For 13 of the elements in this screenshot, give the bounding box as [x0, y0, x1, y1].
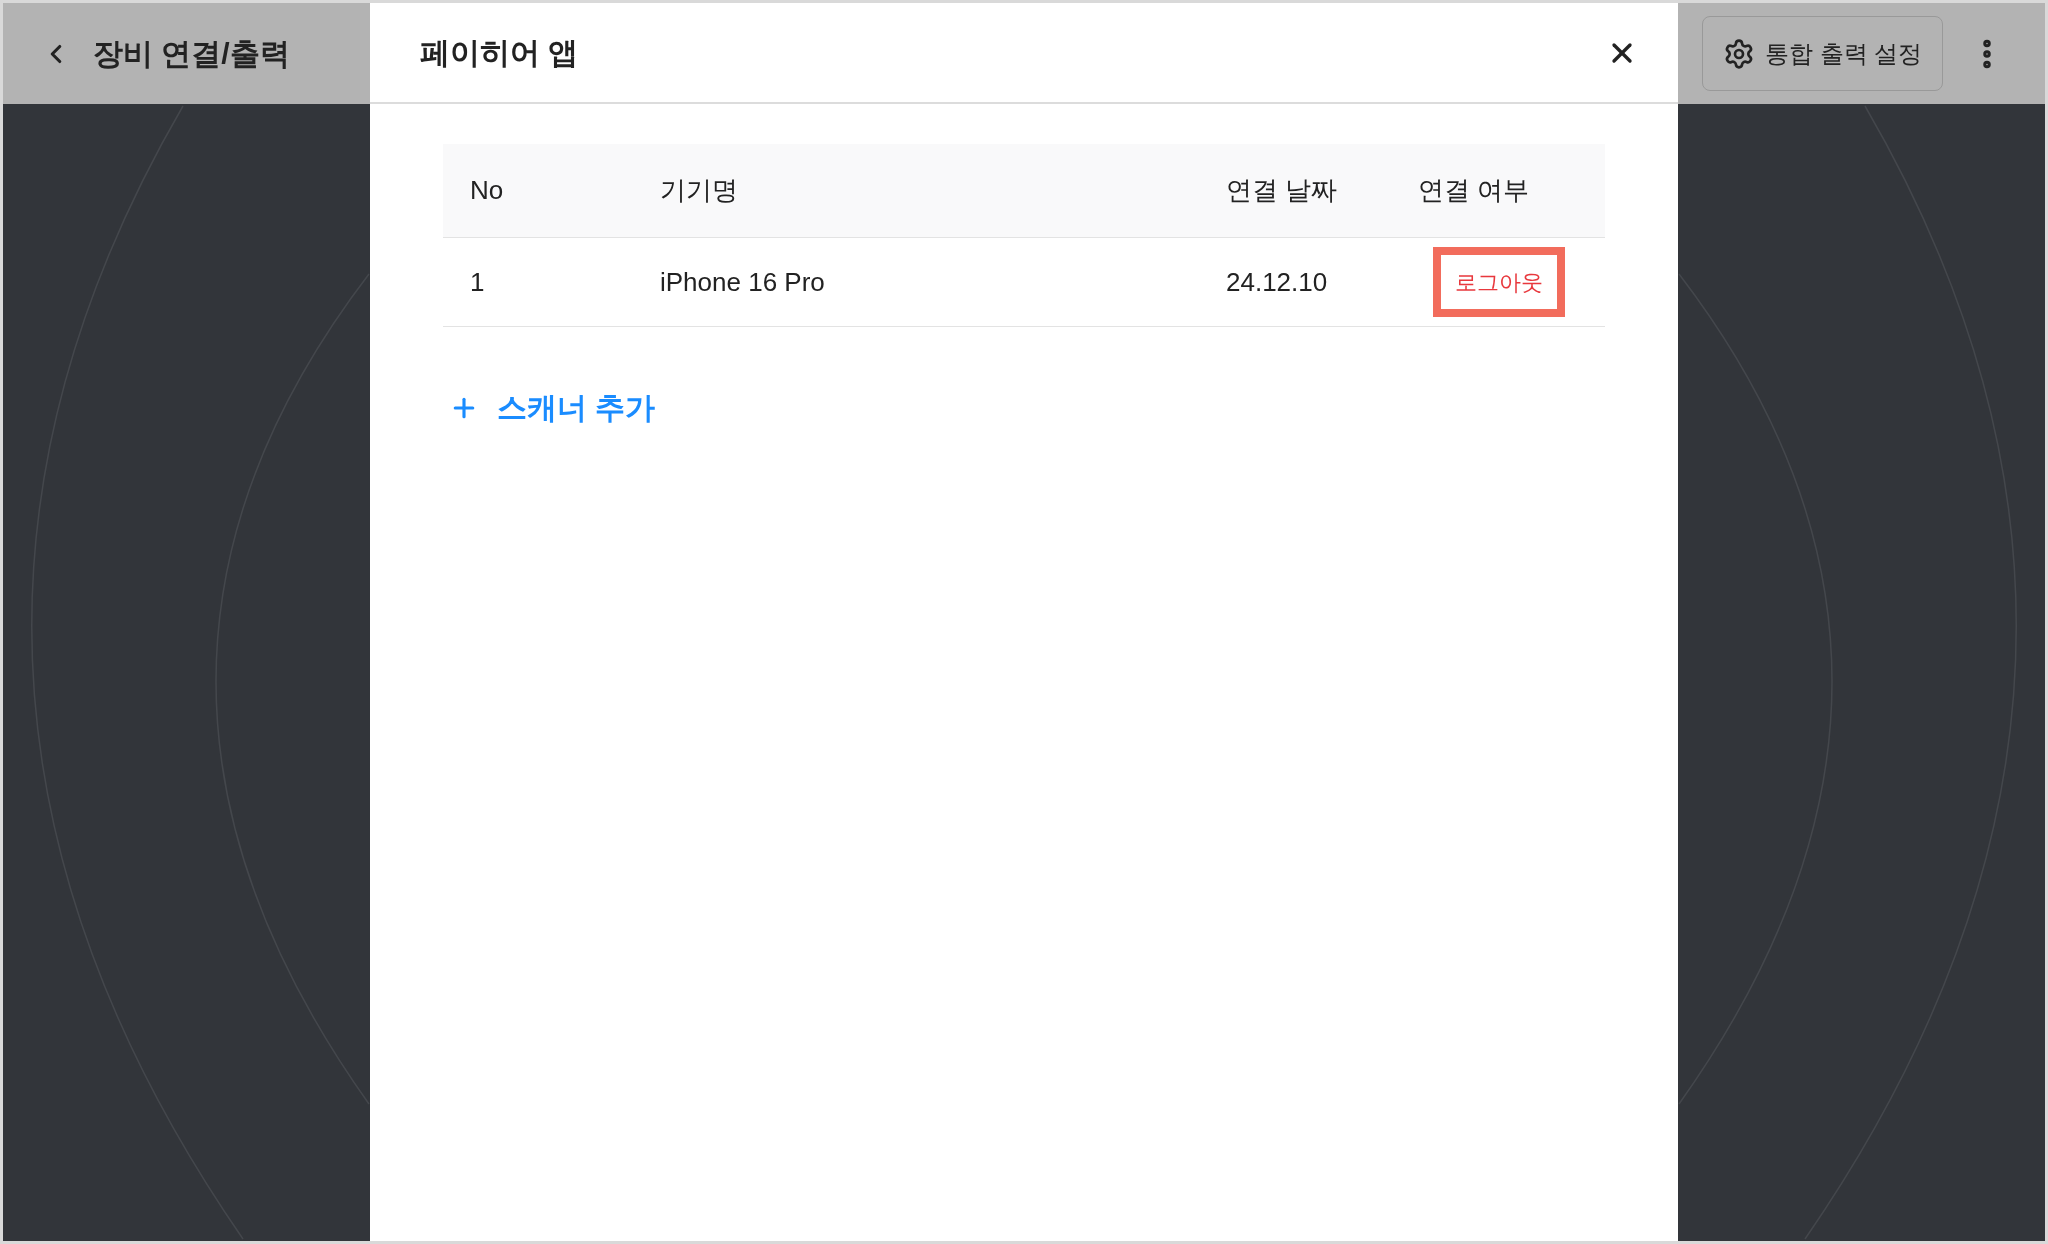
- column-header: 기기명: [660, 174, 739, 207]
- settings-button[interactable]: 통합 출력 설정: [1702, 16, 1944, 91]
- column-header: 연결 날짜: [1226, 174, 1339, 207]
- settings-icon: [1723, 37, 1755, 70]
- table-cell-text: 24.12.10: [1226, 265, 1329, 299]
- table-cell-text: iPhone 16 Pro: [660, 265, 826, 299]
- page-title: 장비 연결/출력: [93, 36, 290, 72]
- table-cell-text: 1: [470, 265, 486, 299]
- dialog-title: 페이히어 앱: [420, 35, 579, 71]
- column-header: No: [470, 174, 505, 207]
- logout-button[interactable]: 로그아웃: [1433, 247, 1565, 317]
- add-scanner-link[interactable]: 스캐너 추가: [449, 385, 656, 430]
- column-header: 연결 여부: [1418, 174, 1531, 207]
